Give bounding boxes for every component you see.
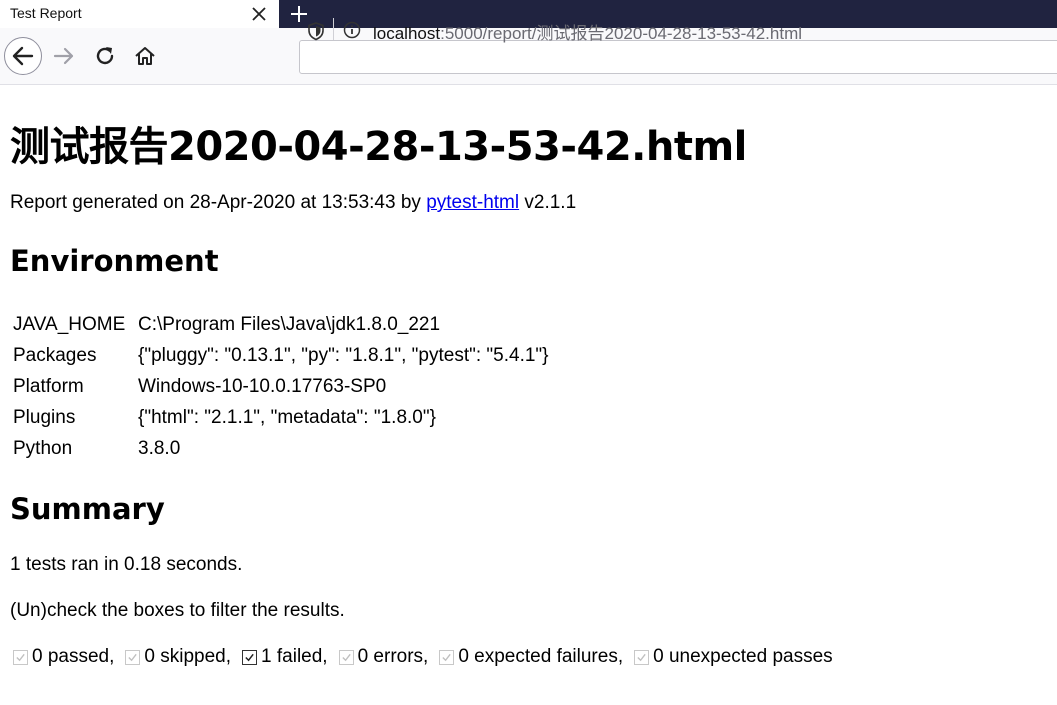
filter-label: 0 passed, bbox=[32, 646, 115, 667]
checkbox-icon[interactable] bbox=[439, 649, 455, 665]
filter-errors[interactable]: 0 errors, bbox=[338, 646, 429, 668]
checkbox-icon[interactable] bbox=[242, 649, 258, 665]
filter-failed[interactable]: 1 failed, bbox=[242, 646, 328, 668]
filter-unexpected-passes[interactable]: 0 unexpected passes bbox=[634, 646, 833, 668]
reload-icon[interactable] bbox=[93, 44, 117, 68]
filter-hint: (Un)check the boxes to filter the result… bbox=[10, 600, 345, 621]
back-button[interactable] bbox=[4, 37, 42, 75]
env-key: Platform bbox=[13, 375, 84, 397]
address-bar[interactable] bbox=[299, 40, 1057, 74]
filter-skipped[interactable]: 0 skipped, bbox=[125, 646, 231, 668]
page-title: 测试报告2020-04-28-13-53-42.html bbox=[10, 124, 747, 170]
table-row: Platform Windows-10-10.0.17763-SP0 bbox=[13, 371, 553, 402]
tab-test-report[interactable]: Test Report bbox=[0, 0, 279, 28]
env-key: Packages bbox=[13, 344, 97, 366]
generated-prefix: Report generated on 28-Apr-2020 at 13:53… bbox=[10, 192, 427, 213]
filter-label: 0 skipped, bbox=[144, 646, 232, 667]
home-icon[interactable] bbox=[133, 44, 157, 68]
filter-expected-failures[interactable]: 0 expected failures, bbox=[439, 646, 623, 668]
url-text[interactable]: localhost:5000/report/测试报告2020-04-28-13-… bbox=[373, 19, 802, 44]
tab-title: Test Report bbox=[10, 5, 82, 21]
generated-line: Report generated on 28-Apr-2020 at 13:53… bbox=[10, 192, 576, 214]
env-key: JAVA_HOME bbox=[13, 313, 126, 335]
summary-heading: Summary bbox=[10, 492, 165, 526]
generated-suffix: v2.1.1 bbox=[519, 192, 577, 213]
environment-heading: Environment bbox=[10, 244, 219, 278]
env-value: {"html": "2.1.1", "metadata": "1.8.0"} bbox=[138, 406, 436, 428]
table-row: Packages {"pluggy": "0.13.1", "py": "1.8… bbox=[13, 340, 553, 371]
url-host: localhost bbox=[373, 24, 441, 43]
env-value: {"pluggy": "0.13.1", "py": "1.8.1", "pyt… bbox=[138, 344, 549, 366]
table-row: Python 3.8.0 bbox=[13, 433, 553, 464]
url-path: :5000/report/测试报告2020-04-28-13-53-42.htm… bbox=[440, 24, 803, 43]
checkbox-icon[interactable] bbox=[634, 649, 650, 665]
filter-label: 0 expected failures, bbox=[458, 646, 624, 667]
env-key: Python bbox=[13, 437, 73, 459]
arrow-right-icon[interactable] bbox=[52, 44, 76, 68]
close-icon[interactable] bbox=[249, 4, 269, 24]
env-value: 3.8.0 bbox=[138, 437, 181, 459]
summary-line: 1 tests ran in 0.18 seconds. bbox=[10, 554, 243, 575]
env-value: C:\Program Files\Java\jdk1.8.0_221 bbox=[138, 313, 441, 335]
checkbox-icon[interactable] bbox=[338, 649, 354, 665]
checkbox-icon[interactable] bbox=[125, 649, 141, 665]
filter-label: 0 errors, bbox=[357, 646, 429, 667]
filter-passed[interactable]: 0 passed, bbox=[13, 646, 114, 668]
checkbox-icon[interactable] bbox=[13, 649, 28, 665]
result-filters: 0 passed, 0 skipped, 1 failed, 0 errors,… bbox=[13, 646, 844, 668]
url-separator bbox=[333, 18, 334, 40]
filter-label: 1 failed, bbox=[261, 646, 328, 667]
shield-icon[interactable] bbox=[306, 21, 326, 41]
table-row: Plugins {"html": "2.1.1", "metadata": "1… bbox=[13, 402, 553, 433]
env-key: Plugins bbox=[13, 406, 76, 428]
filter-label: 0 unexpected passes bbox=[653, 646, 833, 667]
env-value: Windows-10-10.0.17763-SP0 bbox=[138, 375, 387, 397]
pytest-html-link[interactable]: pytest-html bbox=[426, 192, 519, 213]
table-row: JAVA_HOME C:\Program Files\Java\jdk1.8.0… bbox=[13, 309, 553, 340]
arrow-left-icon bbox=[12, 46, 34, 66]
info-icon[interactable] bbox=[343, 21, 361, 39]
environment-table: JAVA_HOME C:\Program Files\Java\jdk1.8.0… bbox=[13, 309, 553, 464]
